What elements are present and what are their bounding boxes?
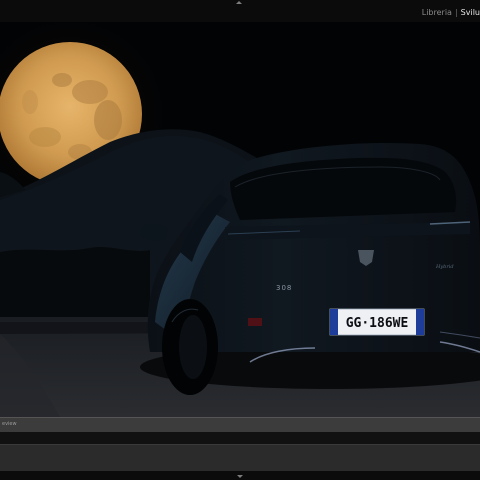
filmstrip-panel[interactable] — [0, 444, 480, 472]
photo-viewport[interactable]: 308 Hybrid GG·186WE — [0, 22, 480, 417]
module-library[interactable]: Libreria — [422, 8, 452, 17]
license-plate-text: GG·186WE — [346, 316, 409, 331]
top-module-bar: Libreria | Svilu — [0, 0, 480, 22]
filmstrip-header — [0, 432, 480, 444]
module-separator: | — [454, 8, 458, 17]
triangle-down-icon[interactable] — [237, 475, 243, 478]
license-plate: GG·186WE — [329, 308, 425, 336]
lightroom-window: Libreria | Svilu 308 Hybrid GG·186WE evi… — [0, 0, 480, 480]
triangle-up-icon[interactable] — [236, 1, 242, 4]
module-develop[interactable]: Svilu — [461, 8, 480, 17]
photo-image: 308 Hybrid GG·186WE — [0, 22, 480, 417]
bottom-toolbar: eview — [0, 417, 480, 432]
module-picker: Libreria | Svilu — [422, 7, 480, 19]
model-badge: 308 — [276, 284, 292, 292]
toolbar-label: eview — [2, 421, 17, 427]
script-badge: Hybrid — [435, 264, 454, 270]
